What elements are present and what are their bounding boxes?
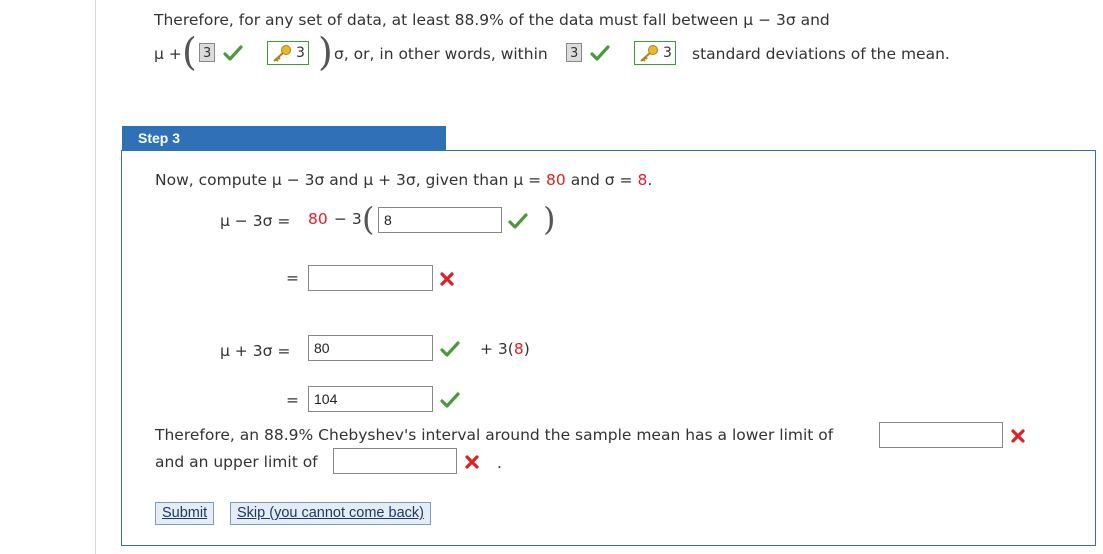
conclusion-text-1: Therefore, an 88.9% Chebyshev's interval…: [155, 426, 834, 444]
open-paren: (: [182, 30, 197, 74]
close-paren: ): [318, 30, 333, 74]
eq2-mu-input[interactable]: 80: [308, 335, 433, 361]
intro-line-1: Therefore, for any set of data, at least…: [154, 11, 830, 29]
eq1-mu-value: 80: [308, 210, 328, 228]
submit-button[interactable]: Submit: [155, 502, 215, 525]
within-k-answer: 3: [566, 43, 583, 62]
mu-given-value: 80: [546, 171, 566, 189]
check-icon: [440, 392, 460, 408]
step-header: Step 3: [122, 126, 446, 150]
check-icon: [440, 341, 460, 357]
compute-period: .: [647, 171, 653, 189]
skip-button[interactable]: Skip (you cannot come back): [230, 502, 431, 525]
eq1-sigma-input[interactable]: 8: [378, 207, 502, 233]
eq1-lhs: μ − 3σ =: [220, 212, 291, 230]
and-sigma-text: and σ =: [570, 171, 633, 189]
mu-plus-label: μ +: [154, 45, 182, 63]
left-divider: [95, 0, 96, 554]
key-answer-box-1: 3: [267, 41, 309, 65]
eq1-open-paren: (: [362, 200, 375, 238]
sigma-given-value: 8: [637, 171, 648, 189]
key-icon: [638, 44, 660, 62]
check-icon: [223, 45, 243, 61]
sigma-within-text: σ, or, in other words, within: [334, 45, 548, 63]
eq2-result-equals: =: [286, 391, 299, 409]
check-icon: [590, 45, 610, 61]
key-icon: [271, 44, 293, 62]
key-value-1: 3: [296, 45, 305, 61]
eq2-suffix: + 3(8): [480, 339, 530, 359]
lower-limit-input[interactable]: [879, 422, 1003, 448]
eq1-result-input[interactable]: [308, 265, 433, 291]
eq2-result-input[interactable]: 104: [308, 386, 433, 412]
eq2-suffix-sigma: 8: [513, 340, 524, 358]
eq2-lhs: μ + 3σ =: [220, 342, 291, 360]
compute-prefix: Now, compute μ − 3σ and μ + 3σ, given th…: [155, 171, 542, 189]
eq1-close-paren: ): [543, 200, 556, 238]
key-answer-box-2: 3: [634, 41, 676, 65]
eq2-suffix-post: ): [523, 340, 530, 358]
std-dev-text: standard deviations of the mean.: [692, 45, 950, 63]
eq1-minus-three: − 3: [334, 210, 362, 228]
key-value-2: 3: [663, 45, 672, 61]
cross-icon: [1010, 428, 1026, 444]
check-icon: [508, 213, 528, 229]
conclusion-text-2: and an upper limit of: [155, 453, 318, 471]
cross-icon: [464, 454, 480, 470]
cross-icon: [439, 271, 455, 287]
upper-limit-input[interactable]: [333, 448, 457, 474]
eq2-suffix-pre: + 3(: [480, 340, 514, 358]
lower-k-answer: 3: [199, 43, 216, 62]
conclusion-period: .: [497, 454, 502, 472]
eq1-result-equals: =: [286, 269, 299, 287]
compute-line: Now, compute μ − 3σ and μ + 3σ, given th…: [155, 170, 652, 190]
